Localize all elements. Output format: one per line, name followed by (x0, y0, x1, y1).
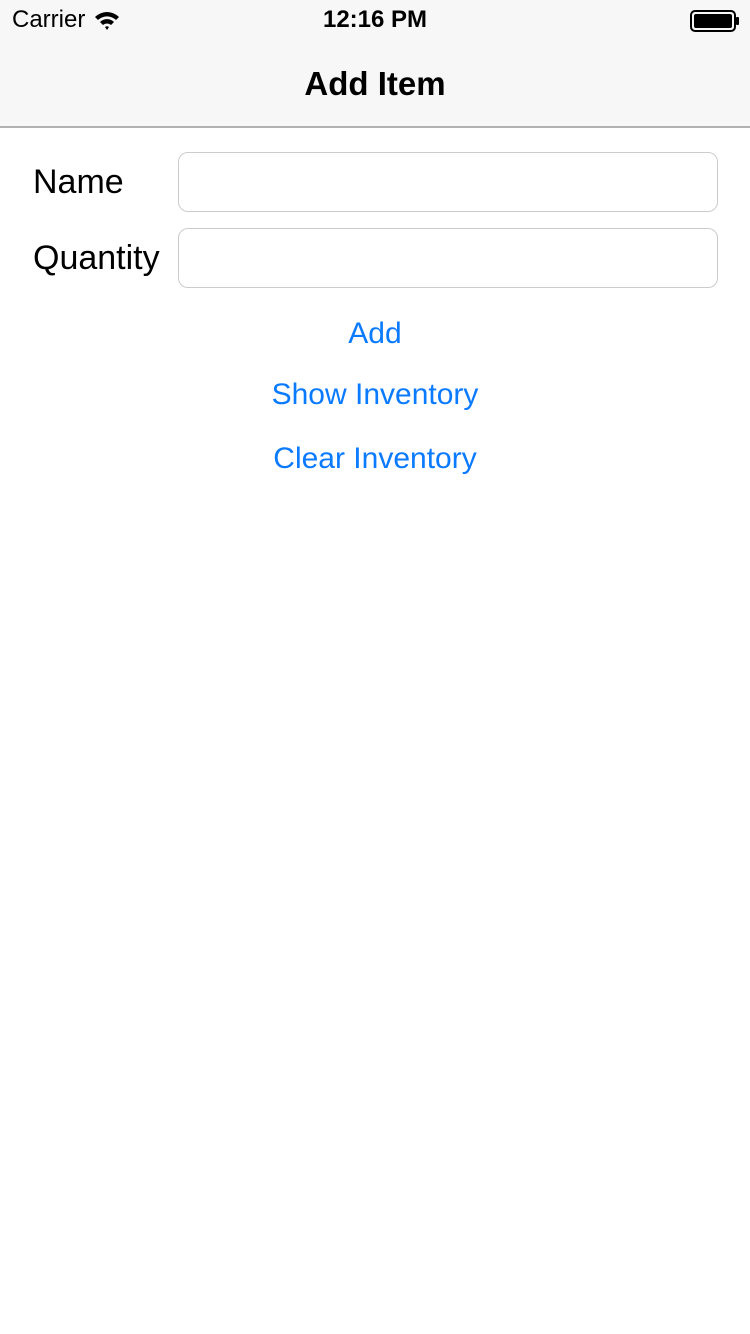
add-item-screen: Carrier 12:16 PM Add Item Name Quantity … (0, 0, 750, 1334)
quantity-field[interactable] (178, 228, 718, 288)
show-inventory-button[interactable]: Show Inventory (0, 375, 750, 415)
name-field[interactable] (178, 152, 718, 212)
navigation-bar: Carrier 12:16 PM Add Item (0, 0, 750, 128)
status-time: 12:16 PM (322, 6, 428, 33)
nav-title: Add Item (304, 65, 446, 102)
clear-inventory-button[interactable]: Clear Inventory (0, 439, 750, 479)
battery-icon (690, 10, 739, 32)
quantity-label: Quantity (33, 239, 160, 277)
add-button[interactable]: Add (0, 314, 750, 354)
name-label: Name (33, 163, 124, 201)
